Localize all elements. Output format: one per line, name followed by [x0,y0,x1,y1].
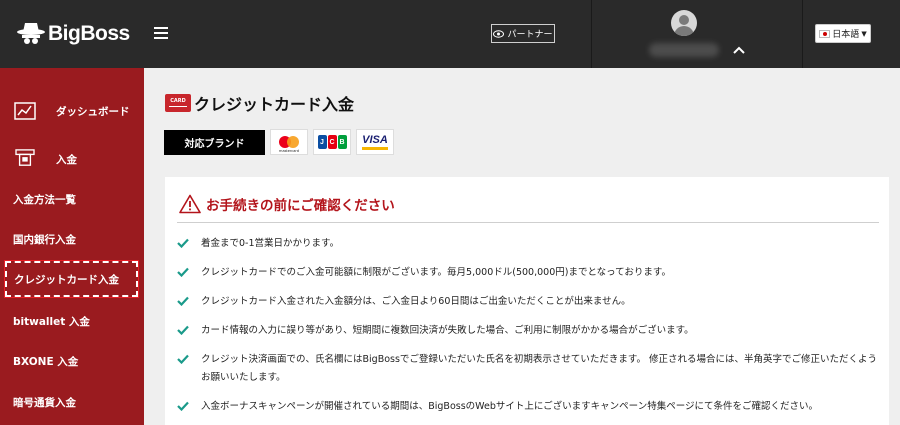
jcb-logo: J C B [313,129,351,155]
caret-down-icon: ▼ [861,29,867,38]
user-menu[interactable] [592,0,802,68]
dashboard-chart-icon [14,102,36,120]
sidebar-item-credit-card[interactable]: クレジットカード入金 [4,260,139,298]
japan-flag-icon [819,29,831,38]
sidebar-item-label: BXONE 入金 [13,356,79,368]
list-item: 着金まで0-1営業日かかります。 [177,235,877,253]
check-icon [177,296,189,306]
partner-label: パートナー [507,30,553,40]
list-item: クレジットカード入金された入金額分は、ご入金日より60日間はご出金いただくことが… [177,293,877,311]
check-icon [177,267,189,277]
notice-header: お手続きの前にご確認ください [179,194,395,214]
jcb-icon: J C B [317,135,347,149]
notice-list: 着金まで0-1営業日かかります。 クレジットカードでのご入金可能額に制限がござい… [177,235,877,416]
check-icon [177,354,189,364]
mastercard-logo: mastercard [270,129,308,155]
visa-icon: VISA [362,134,388,150]
sidebar-item-label: 入金 [56,154,77,166]
visa-logo: VISA [356,129,394,155]
sidebar-item-label: 入金方法一覧 [13,194,76,206]
sidebar-item-label: ダッシュボード [56,106,130,118]
user-name-blurred [649,43,719,57]
notice-panel: お手続きの前にご確認ください 着金まで0-1営業日かかります。 クレジットカード… [165,177,889,425]
credit-card-icon: CARD [165,94,191,112]
list-item: クレジットカードでのご入金可能額に制限がございます。毎月5,000ドル(500,… [177,264,877,282]
sidebar: ダッシュボード 入金 入金方法一覧 国内銀行入金 クレジットカード入金 bitw… [0,68,144,425]
main-content: CARD クレジットカード入金 対応ブランド mastercard J C B … [144,68,900,425]
sidebar-item-label: クレジットカード入金 [14,274,119,286]
brands-label: 対応ブランド [164,129,265,155]
list-item: クレジット決済画面での、氏名欄にはBigBossでご登録いただいた氏名を初期表示… [177,351,877,387]
eye-icon [493,29,505,38]
page-header: CARD クレジットカード入金 [165,91,354,115]
check-icon [177,325,189,335]
mastercard-icon [277,134,301,150]
supported-brands: 対応ブランド mastercard J C B VISA [164,129,394,155]
notice-title: お手続きの前にご確認ください [206,198,395,214]
sidebar-item-bitwallet[interactable]: bitwallet 入金 [0,310,144,332]
language-label: 日本語 [832,30,860,40]
list-item: カード情報の入力に誤り等があり、短期間に複数回決済が失敗した場合、ご利用に制限が… [177,322,877,340]
sidebar-item-deposit[interactable]: 入金 [0,144,144,176]
sidebar-item-bxone[interactable]: BXONE 入金 [0,350,144,372]
bigboss-hat-icon [17,23,45,44]
sidebar-item-crypto[interactable]: 暗号通貨入金 [0,391,144,413]
top-bar: BigBoss パートナー 日本語 ▼ [0,0,900,68]
menu-toggle-icon[interactable] [154,27,168,39]
header-divider [802,0,803,68]
warning-triangle-icon [179,194,201,214]
divider [177,222,879,223]
chevron-up-icon[interactable] [733,46,745,54]
sidebar-item-dashboard[interactable]: ダッシュボード [0,96,144,128]
list-item: 入金ボーナスキャンペーンが開催されている期間は、BigBossのWebサイト上に… [177,398,877,416]
deposit-card-icon [15,149,35,166]
check-icon [177,401,189,411]
partner-button[interactable]: パートナー [491,24,555,43]
page-title: クレジットカード入金 [194,95,355,114]
sidebar-item-label: 国内銀行入金 [13,234,76,246]
language-select[interactable]: 日本語 ▼ [815,24,871,43]
bigboss-logo[interactable]: BigBoss [16,19,130,49]
sidebar-item-deposit-methods[interactable]: 入金方法一覧 [0,188,144,210]
sidebar-item-label: bitwallet 入金 [13,316,90,328]
avatar [671,10,697,36]
logo-text: BigBoss [48,22,130,45]
check-icon [177,238,189,248]
sidebar-item-domestic-bank[interactable]: 国内銀行入金 [0,228,144,250]
sidebar-item-label: 暗号通貨入金 [13,397,76,409]
